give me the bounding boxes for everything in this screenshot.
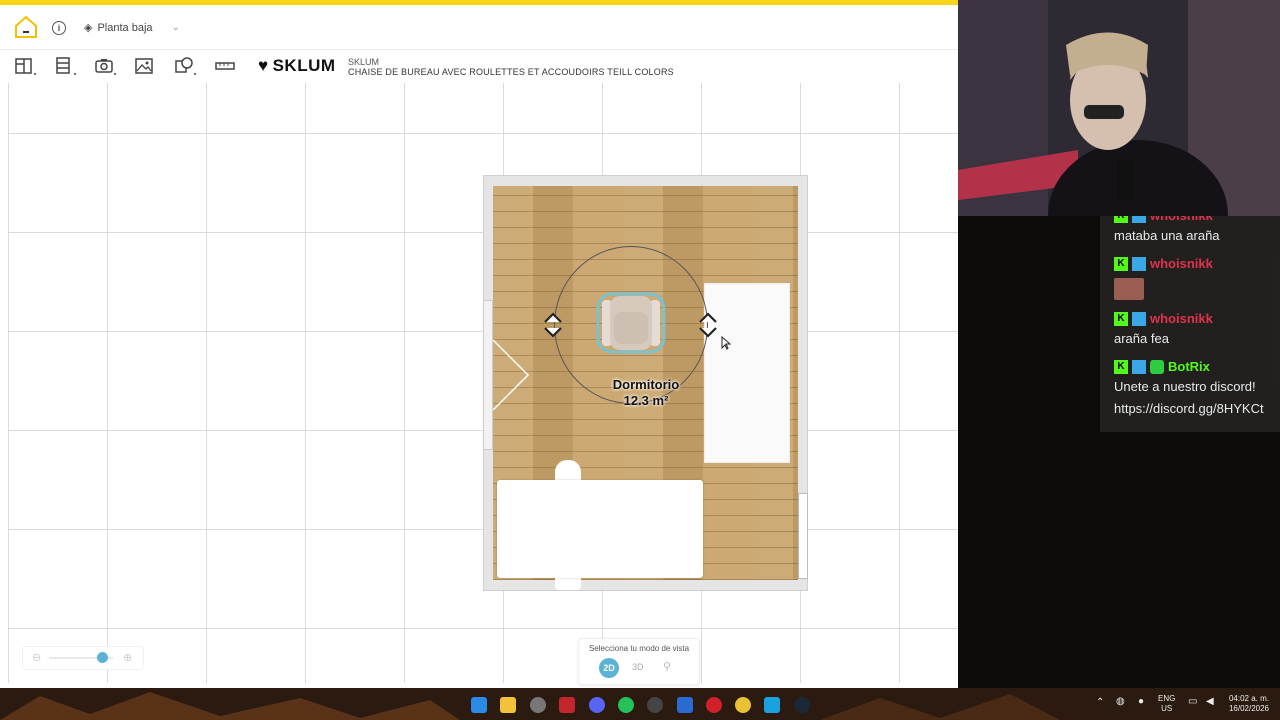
verified-badge-icon [1132, 256, 1146, 271]
office-chair[interactable] [596, 292, 666, 354]
tray-display-icon[interactable]: ▭ [1188, 697, 1197, 707]
product-info: SKLUM CHAISE DE BUREAU AVEC ROULETTES ET… [348, 57, 674, 77]
chat-username: BotRix [1168, 359, 1210, 374]
info-icon[interactable]: i [52, 21, 66, 35]
door[interactable] [483, 300, 493, 450]
chat-message: mataba una araña [1114, 228, 1220, 243]
door-swing [493, 339, 530, 411]
stream-chat-overlay: K whoisnikk mataba una araña K whoisnikk… [1100, 216, 1280, 432]
app-icon[interactable] [677, 697, 693, 713]
view-mode-2d-button[interactable]: 2D [599, 658, 619, 678]
brand-logo: ♥ SKLUM [258, 56, 336, 76]
language-bottom: US [1161, 704, 1173, 713]
obs-icon[interactable] [647, 697, 663, 713]
floorplan-layout-icon[interactable] [14, 56, 38, 76]
resize-handle-right-icon[interactable] [696, 310, 720, 340]
chrome-icon[interactable] [735, 697, 751, 713]
language-indicator[interactable]: ENG US [1158, 694, 1175, 714]
streamer-webcam-image [958, 0, 1280, 216]
whatsapp-icon[interactable] [618, 697, 634, 713]
kick-badge-icon: K [1114, 359, 1128, 374]
shapes-icon[interactable] [174, 56, 198, 76]
layers-icon: ◈ [84, 22, 93, 34]
room-area: 12.3 m² [623, 393, 669, 408]
windows-taskbar: ⌃ ◍ ● ENG US ▭ ◀ 04:02 a. m. 16/02/2026 [0, 688, 1280, 720]
taskbar-clock[interactable]: 04:02 a. m. 16/02/2026 [1224, 694, 1274, 714]
verified-badge-icon [1132, 311, 1146, 326]
top-bar: i ◈ Planta baja ⌄ [0, 5, 958, 50]
floor-selector-label: Planta baja [97, 21, 153, 34]
view-mode-label: Selecciona tu modo de vista [588, 644, 690, 653]
mouse-cursor-icon [721, 336, 731, 350]
zoom-slider-knob[interactable] [97, 652, 108, 663]
kick-badge-icon: K [1114, 256, 1128, 271]
windows-start-icon[interactable] [471, 697, 487, 713]
video-app-icon[interactable] [559, 697, 575, 713]
clock-time: 04:02 a. m. [1228, 694, 1270, 703]
resize-handle-left-icon[interactable] [541, 310, 565, 340]
zoom-control: ⊖ ⊕ [22, 646, 144, 670]
settings-icon[interactable] [530, 697, 546, 713]
ruler-icon[interactable] [214, 56, 238, 76]
chat-user: K BotRix [1114, 359, 1210, 374]
chat-user: K whoisnikk [1114, 216, 1213, 223]
floorplanner-app: i ◈ Planta baja ⌄ ♥ SKLUM SKLUM CHAISE D… [0, 0, 958, 688]
chat-message: araña fea [1114, 331, 1169, 346]
tray-chevron-up-icon[interactable]: ⌃ [1096, 698, 1104, 708]
file-explorer-icon[interactable] [500, 697, 516, 713]
discord-icon[interactable] [589, 697, 605, 713]
brand-name: SKLUM [272, 56, 336, 75]
chat-user: K whoisnikk [1114, 256, 1213, 271]
home-icon[interactable] [13, 14, 39, 40]
webcam-overlay [958, 0, 1280, 216]
clock-date: 16/02/2026 [1228, 704, 1270, 713]
chevron-down-icon: ⌄ [171, 22, 180, 33]
chat-message: Unete a nuestro discord! [1114, 379, 1256, 394]
bot-badge-icon [1150, 359, 1164, 374]
chat-link: https://discord.gg/8HYKCt [1114, 401, 1264, 416]
tray-volume-icon[interactable]: ◀ [1206, 697, 1214, 707]
kick-badge-icon: K [1114, 311, 1128, 326]
red-app-icon[interactable] [706, 697, 722, 713]
walk-mode-icon[interactable]: ⚲ [663, 660, 671, 673]
room-name: Dormitorio [612, 377, 680, 392]
product-name: CHAISE DE BUREAU AVEC ROULETTES ET ACCOU… [348, 67, 674, 77]
verified-badge-icon [1132, 216, 1146, 223]
chat-username: whoisnikk [1150, 256, 1213, 271]
room-label[interactable]: Dormitorio 12.3 m² [596, 377, 696, 409]
zoom-in-icon[interactable]: ⊕ [123, 651, 132, 664]
image-icon[interactable] [134, 56, 158, 76]
chat-username: whoisnikk [1150, 216, 1213, 223]
furniture-catalog-icon[interactable] [54, 56, 78, 76]
photo-app-icon[interactable] [764, 697, 780, 713]
product-brand-small: SKLUM [348, 57, 380, 67]
chat-emote-image [1114, 278, 1144, 300]
tray-mic-icon[interactable]: ● [1138, 697, 1144, 707]
view-mode-3d-button[interactable]: 3D [632, 662, 644, 672]
kick-badge-icon: K [1114, 216, 1128, 223]
window[interactable] [798, 493, 808, 579]
tray-network-icon[interactable]: ◍ [1116, 697, 1125, 707]
view-mode-panel: Selecciona tu modo de vista 2D 3D ⚲ [578, 638, 700, 685]
bed[interactable] [497, 480, 703, 578]
camera-icon[interactable] [94, 56, 118, 76]
chat-user: K whoisnikk [1114, 311, 1213, 326]
verified-badge-icon [1132, 359, 1146, 374]
zoom-out-icon[interactable]: ⊖ [32, 651, 41, 664]
floor-selector[interactable]: ◈ Planta baja ⌄ [84, 21, 180, 35]
language-top: ENG [1158, 694, 1176, 703]
taskbar-wallpaper [0, 692, 1060, 720]
heart-icon: ♥ [258, 56, 269, 75]
chat-username: whoisnikk [1150, 311, 1213, 326]
steam-icon[interactable] [794, 697, 810, 713]
